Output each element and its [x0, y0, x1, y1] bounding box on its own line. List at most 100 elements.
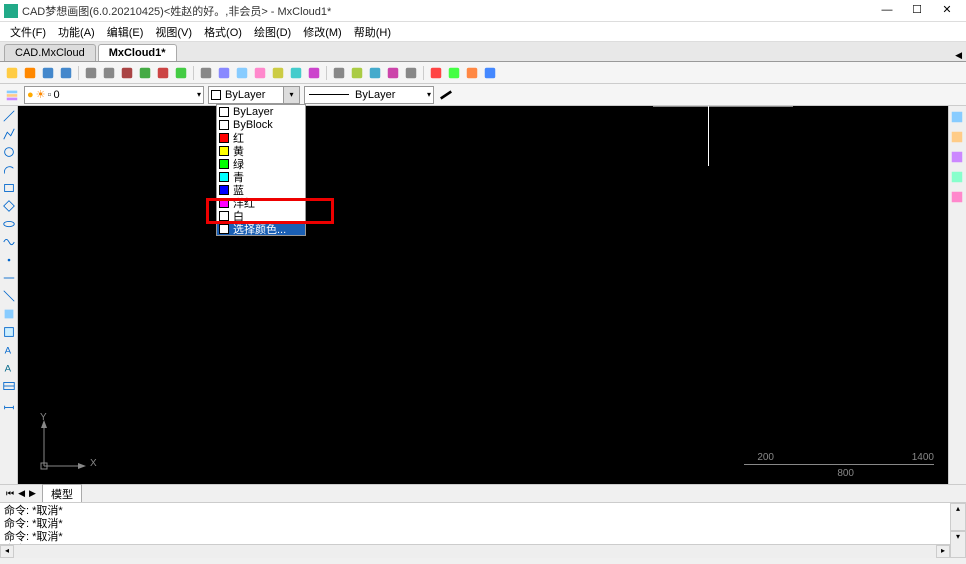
color-swatch-icon: [219, 172, 229, 182]
pdf-icon[interactable]: [464, 65, 480, 81]
layout-nav-first[interactable]: ⏮: [4, 488, 16, 499]
minimize-button[interactable]: —: [872, 2, 902, 20]
right-tool-r1-icon[interactable]: [950, 110, 966, 126]
main-area: AA Y X 200 1400 800: [0, 106, 966, 484]
draw-toolbar: AA: [0, 106, 18, 484]
prev-icon[interactable]: [83, 65, 99, 81]
command-history-line: 命令: *取消*: [4, 531, 962, 544]
document-tab[interactable]: MxCloud1*: [98, 44, 177, 61]
linetype-combo-arrow[interactable]: ▾: [427, 90, 431, 99]
color-option[interactable]: 红: [217, 131, 305, 144]
region-tool-icon[interactable]: [1, 324, 17, 340]
zoom-ext-icon[interactable]: [198, 65, 214, 81]
menu-item[interactable]: 视图(V): [149, 22, 198, 42]
layer-manager-icon[interactable]: [4, 87, 20, 103]
layer-icon[interactable]: [270, 65, 286, 81]
ucs-icon: Y X: [30, 416, 90, 476]
menu-item[interactable]: 绘图(D): [248, 22, 297, 42]
menu-item[interactable]: 功能(A): [52, 22, 101, 42]
spline-tool-icon[interactable]: [1, 234, 17, 250]
menu-item[interactable]: 帮助(H): [348, 22, 397, 42]
color-combo[interactable]: ByLayer ▾: [208, 86, 300, 104]
color-option[interactable]: 黄: [217, 144, 305, 157]
maximize-button[interactable]: ☐: [902, 2, 932, 20]
drawing-canvas[interactable]: Y X 200 1400 800: [18, 106, 948, 484]
color-combo-arrow[interactable]: ▾: [283, 87, 299, 103]
table-tool-icon[interactable]: [1, 378, 17, 394]
layer-combo-arrow[interactable]: ▾: [197, 90, 201, 99]
color-option[interactable]: ByBlock: [217, 118, 305, 131]
layout-tabbar: ⏮ ◀ ▶ 模型: [0, 484, 966, 502]
saveas-icon[interactable]: [58, 65, 74, 81]
ray-tool-icon[interactable]: [1, 270, 17, 286]
plot-icon[interactable]: [428, 65, 444, 81]
raster-icon[interactable]: [446, 65, 462, 81]
line-tool-icon[interactable]: [1, 108, 17, 124]
color-swatch-icon: [219, 159, 229, 169]
save-icon[interactable]: [40, 65, 56, 81]
polygon-tool-icon[interactable]: [1, 198, 17, 214]
color-swatch-icon: [219, 211, 229, 221]
cmd-vscroll[interactable]: ▴▾: [950, 503, 966, 558]
layer-combo[interactable]: ● ☀ ▫ 0 ▾: [24, 86, 204, 104]
color-option[interactable]: ByLayer: [217, 105, 305, 118]
cmd-hscroll[interactable]: ◂▸: [0, 544, 950, 558]
model-tab[interactable]: 模型: [42, 484, 82, 504]
right-tool-r2-icon[interactable]: [950, 130, 966, 146]
color-icon[interactable]: [288, 65, 304, 81]
menu-item[interactable]: 格式(O): [198, 22, 248, 42]
color-option[interactable]: 绿: [217, 157, 305, 170]
linetype-combo[interactable]: ByLayer ▾: [304, 86, 434, 104]
color-swatch-icon: [219, 198, 229, 208]
right-tool-r4-icon[interactable]: [950, 170, 966, 186]
tab-overflow-arrow[interactable]: ◀: [955, 50, 962, 61]
mtext-tool-icon[interactable]: A: [1, 342, 17, 358]
menu-item[interactable]: 修改(M): [297, 22, 348, 42]
undo-icon[interactable]: [155, 65, 171, 81]
layout-nav-next[interactable]: ▶: [27, 488, 38, 499]
xline-tool-icon[interactable]: [1, 288, 17, 304]
dim-tool-icon[interactable]: [1, 396, 17, 412]
ellipse-tool-icon[interactable]: [1, 216, 17, 232]
line-icon[interactable]: [306, 65, 322, 81]
copy-icon[interactable]: [137, 65, 153, 81]
hatch-icon[interactable]: [349, 65, 365, 81]
command-line[interactable]: 命令: *取消*命令: *取消*命令: *取消* 命令: ▴▾ ◂▸: [0, 502, 966, 558]
web-icon[interactable]: [482, 65, 498, 81]
zoom-win-icon[interactable]: [216, 65, 232, 81]
hatch-tool-icon[interactable]: [1, 306, 17, 322]
right-tool-r3-icon[interactable]: [950, 150, 966, 166]
color-option[interactable]: 选择颜色...: [217, 222, 305, 235]
document-tab[interactable]: CAD.MxCloud: [4, 44, 96, 61]
text-icon[interactable]: [385, 65, 401, 81]
pline-tool-icon[interactable]: [1, 126, 17, 142]
orbit-icon[interactable]: [252, 65, 268, 81]
cut-icon[interactable]: [119, 65, 135, 81]
open-icon[interactable]: [22, 65, 38, 81]
color-option[interactable]: 青: [217, 170, 305, 183]
canvas-guide-top: [653, 106, 793, 107]
close-button[interactable]: ✕: [932, 2, 962, 20]
arc-tool-icon[interactable]: [1, 162, 17, 178]
match-icon[interactable]: [331, 65, 347, 81]
text-tool-icon[interactable]: A: [1, 360, 17, 376]
next-icon[interactable]: [101, 65, 117, 81]
circle-tool-icon[interactable]: [1, 144, 17, 160]
color-option[interactable]: 洋红: [217, 196, 305, 209]
layout-nav-prev[interactable]: ◀: [16, 488, 27, 499]
pan-icon[interactable]: [234, 65, 250, 81]
color-swatch-icon: [219, 185, 229, 195]
menu-item[interactable]: 编辑(E): [101, 22, 150, 42]
point-tool-icon[interactable]: [1, 252, 17, 268]
menu-item[interactable]: 文件(F): [4, 22, 52, 42]
rect-tool-icon[interactable]: [1, 180, 17, 196]
color-dropdown: ByLayerByBlock红黄绿青蓝洋红白选择颜色...: [216, 104, 306, 236]
dim-icon[interactable]: [367, 65, 383, 81]
right-tool-r5-icon[interactable]: [950, 190, 966, 206]
color-option[interactable]: 蓝: [217, 183, 305, 196]
block-icon[interactable]: [403, 65, 419, 81]
svg-text:A: A: [4, 364, 11, 375]
redo-icon[interactable]: [173, 65, 189, 81]
lineweight-icon[interactable]: [438, 87, 454, 103]
new-icon[interactable]: [4, 65, 20, 81]
